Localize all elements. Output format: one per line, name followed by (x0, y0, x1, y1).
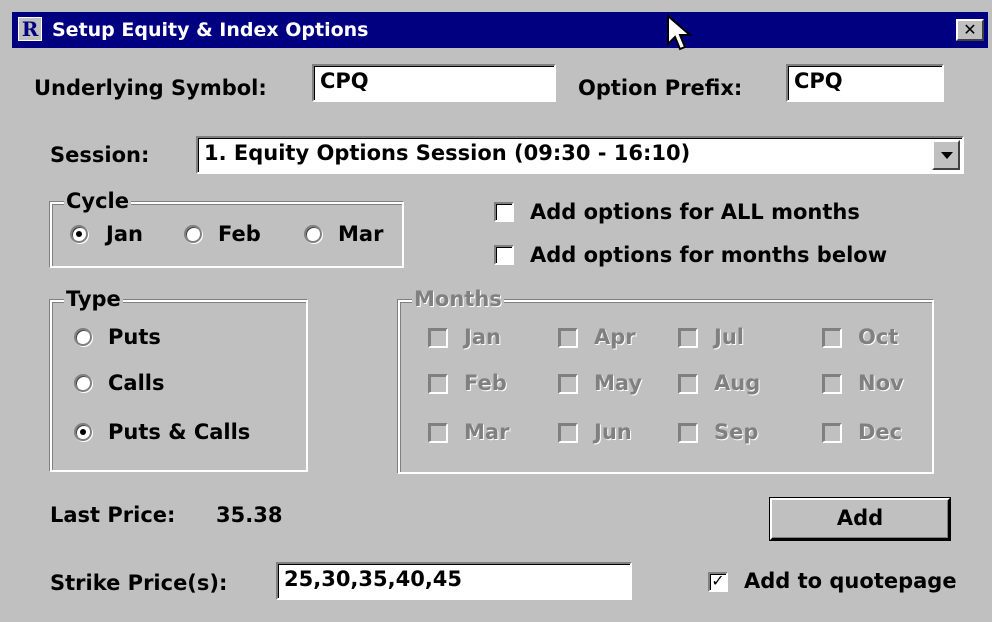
cycle-mar-label[interactable]: Mar (338, 222, 383, 246)
add-to-quotepage-checkbox[interactable]: ✓ (708, 572, 728, 592)
months-legend: Months (412, 287, 504, 311)
add-months-below-checkbox[interactable] (494, 245, 514, 265)
type-puts-calls-label[interactable]: Puts & Calls (108, 420, 250, 444)
type-calls-radio[interactable] (74, 374, 92, 392)
underlying-symbol-input[interactable]: CPQ (312, 64, 556, 102)
cycle-jan-radio[interactable] (70, 225, 88, 243)
month-aug-label: Aug (714, 371, 761, 395)
month-sep-label: Sep (714, 420, 759, 444)
type-puts-radio[interactable] (74, 328, 92, 346)
month-nov-checkbox[interactable] (822, 374, 842, 394)
month-apr-checkbox[interactable] (558, 328, 578, 348)
session-selected-value: 1. Equity Options Session (09:30 - 16:10… (204, 141, 691, 165)
type-puts-label[interactable]: Puts (108, 325, 161, 349)
month-aug-checkbox[interactable] (678, 374, 698, 394)
type-legend: Type (64, 287, 123, 311)
month-jul-label: Jul (714, 325, 744, 349)
month-jun-checkbox[interactable] (558, 423, 578, 443)
underlying-symbol-label: Underlying Symbol: (34, 76, 267, 100)
type-calls-label[interactable]: Calls (108, 371, 164, 395)
last-price-label: Last Price: (50, 503, 176, 527)
add-months-below-label[interactable]: Add options for months below (530, 243, 887, 267)
add-button[interactable]: Add (769, 497, 951, 541)
month-sep-checkbox[interactable] (678, 423, 698, 443)
month-mar-checkbox[interactable] (428, 423, 448, 443)
month-dec-checkbox[interactable] (822, 423, 842, 443)
month-nov-label: Nov (858, 371, 904, 395)
month-jan-label: Jan (464, 325, 501, 349)
chevron-down-icon[interactable] (932, 140, 960, 170)
cycle-legend: Cycle (64, 189, 131, 213)
add-to-quotepage-label[interactable]: Add to quotepage (744, 569, 957, 593)
month-may-label: May (594, 371, 643, 395)
window-title: Setup Equity & Index Options (52, 19, 369, 41)
option-prefix-label: Option Prefix: (578, 76, 743, 100)
cycle-mar-radio[interactable] (304, 225, 322, 243)
last-price-value: 35.38 (216, 503, 283, 527)
cycle-jan-label[interactable]: Jan (106, 222, 143, 246)
mouse-cursor-icon (667, 14, 693, 51)
month-feb-checkbox[interactable] (428, 374, 448, 394)
add-all-months-checkbox[interactable] (494, 202, 514, 222)
session-select[interactable]: 1. Equity Options Session (09:30 - 16:10… (196, 136, 964, 174)
month-jun-label: Jun (594, 420, 632, 444)
close-button[interactable]: ✕ (956, 19, 984, 41)
month-apr-label: Apr (594, 325, 636, 349)
month-may-checkbox[interactable] (558, 374, 578, 394)
cycle-feb-label[interactable]: Feb (218, 222, 261, 246)
session-label: Session: (50, 143, 150, 167)
month-oct-checkbox[interactable] (822, 328, 842, 348)
month-mar-label: Mar (464, 420, 510, 444)
option-prefix-input[interactable]: CPQ (786, 64, 944, 102)
month-dec-label: Dec (858, 420, 903, 444)
type-puts-calls-radio[interactable] (74, 423, 92, 441)
cycle-feb-radio[interactable] (184, 225, 202, 243)
app-logo-icon: R (18, 17, 42, 41)
strike-price-label: Strike Price(s): (50, 571, 228, 595)
month-jul-checkbox[interactable] (678, 328, 698, 348)
title-bar[interactable]: R Setup Equity & Index Options ✕ (12, 12, 988, 48)
month-feb-label: Feb (464, 371, 507, 395)
strike-price-input[interactable]: 25,30,35,40,45 (276, 562, 632, 600)
add-all-months-label[interactable]: Add options for ALL months (530, 200, 860, 224)
month-oct-label: Oct (858, 325, 899, 349)
month-jan-checkbox[interactable] (428, 328, 448, 348)
